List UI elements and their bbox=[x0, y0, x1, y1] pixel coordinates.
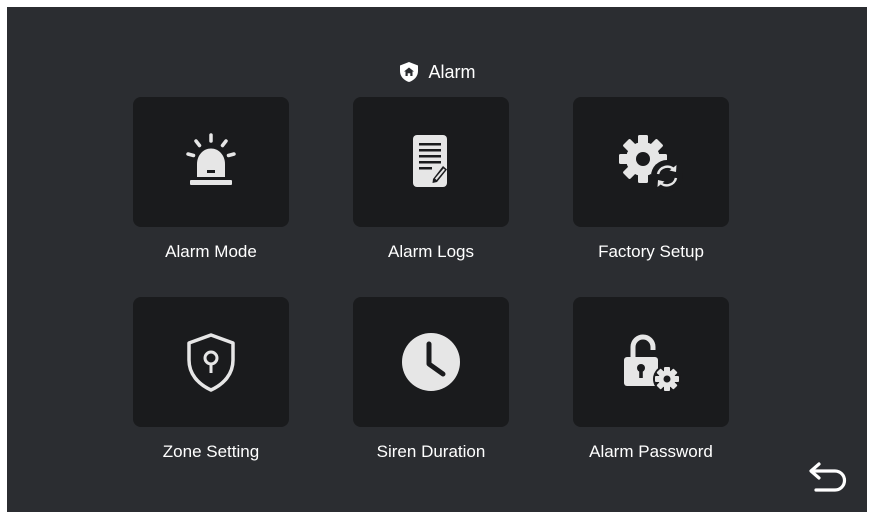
tile-label: Alarm Mode bbox=[165, 242, 257, 261]
tile-alarm-logs[interactable]: Alarm Logs bbox=[353, 97, 509, 262]
tile-alarm-mode[interactable]: Alarm Mode bbox=[133, 97, 289, 262]
tile-label: Zone Setting bbox=[162, 442, 260, 461]
back-button[interactable] bbox=[807, 459, 849, 495]
tile-box bbox=[133, 97, 289, 227]
document-edit-icon bbox=[399, 130, 463, 194]
clock-icon bbox=[399, 330, 463, 394]
back-arrow-icon bbox=[807, 462, 849, 499]
tile-siren-duration[interactable]: Siren Duration bbox=[353, 297, 509, 462]
tile-alarm-password[interactable]: Alarm Password bbox=[573, 297, 729, 462]
tile-box bbox=[353, 297, 509, 427]
tile-label: Alarm Logs bbox=[388, 242, 474, 261]
gear-refresh-icon bbox=[611, 130, 691, 194]
alarm-screen: Alarm Alarm Mode Alarm Logs Factory Setu… bbox=[7, 7, 867, 512]
shield-keyhole-icon bbox=[179, 330, 243, 394]
tile-label: Siren Duration bbox=[376, 442, 486, 461]
tile-box bbox=[353, 97, 509, 227]
page-title-text: Alarm bbox=[428, 61, 476, 82]
tile-box bbox=[573, 97, 729, 227]
tile-factory-setup[interactable]: Factory Setup bbox=[573, 97, 729, 262]
page-title: Alarm bbox=[7, 61, 867, 83]
tile-label: Alarm Password bbox=[589, 442, 713, 461]
lock-gear-icon bbox=[615, 330, 687, 394]
home-shield-icon bbox=[398, 61, 420, 83]
tile-box bbox=[573, 297, 729, 427]
tile-label: Factory Setup bbox=[598, 242, 704, 261]
tile-box bbox=[133, 297, 289, 427]
tile-zone-setting[interactable]: Zone Setting bbox=[133, 297, 289, 462]
siren-icon bbox=[179, 130, 243, 194]
